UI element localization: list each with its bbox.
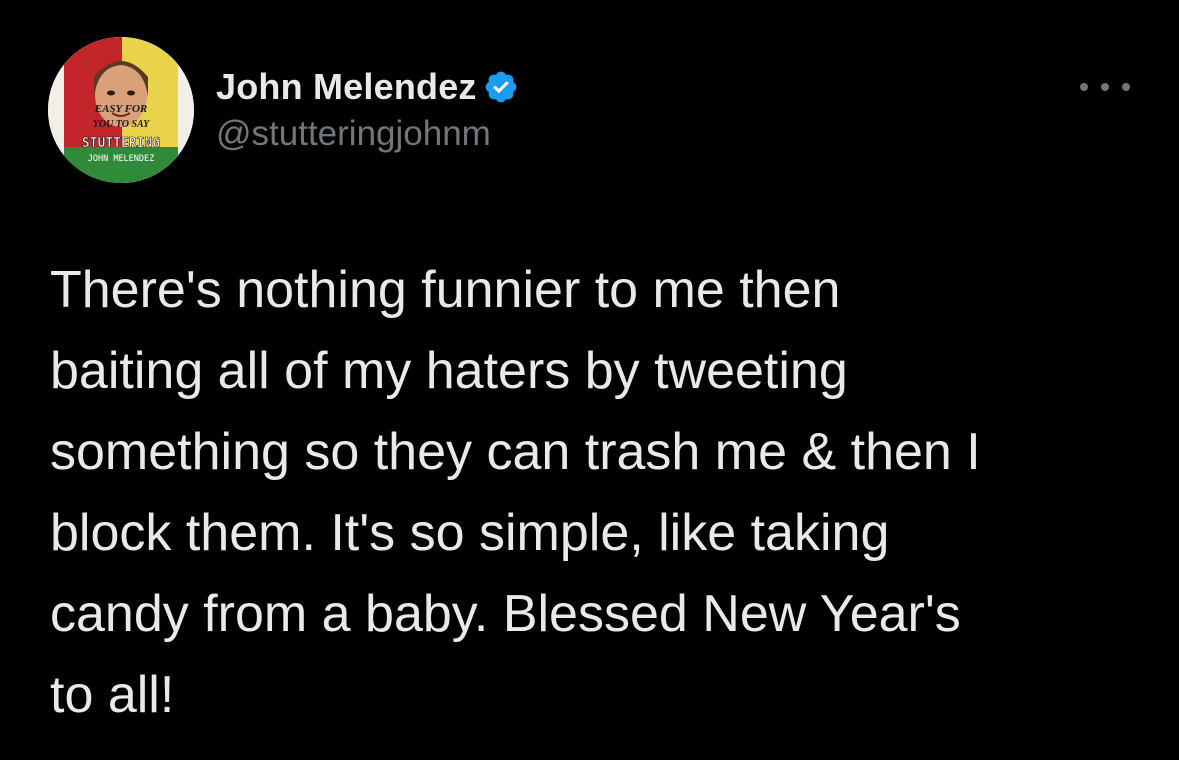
author-display-name[interactable]: John Melendez [216,66,477,108]
tweet-text-line: to all! [50,666,175,724]
tweet: EASY FOR YOU TO SAY STUTTERING JOHN MELE… [0,0,1179,760]
tweet-text-line: baiting all of my haters by tweeting [50,342,848,400]
tweet-text-line: candy from a baby. Blessed New Year's [50,585,961,643]
avatar-line2: YOU TO SAY [93,119,150,130]
author-name-row: John Melendez [216,64,519,110]
tweet-text: There's nothing funnier to me then baiti… [50,250,1160,736]
avatar-line3: STUTTERING [82,136,160,151]
avatar-line1: EASY FOR [94,103,147,115]
tweet-text-line: There's nothing funnier to me then [50,261,841,319]
book-cover-avatar-image: EASY FOR YOU TO SAY STUTTERING JOHN MELE… [48,37,194,183]
more-dot [1122,83,1130,91]
tweet-text-line: block them. It's so simple, like taking [50,504,890,562]
more-options-icon[interactable] [1080,72,1130,102]
more-dot [1101,83,1109,91]
more-dot [1080,83,1088,91]
tweet-text-line: something so they can trash me & then I [50,423,981,481]
avatar[interactable]: EASY FOR YOU TO SAY STUTTERING JOHN MELE… [48,37,194,183]
author-handle[interactable]: @stutteringjohnm [216,114,491,154]
avatar-line4: JOHN MELENDEZ [88,154,155,164]
verified-badge-icon [483,69,519,105]
